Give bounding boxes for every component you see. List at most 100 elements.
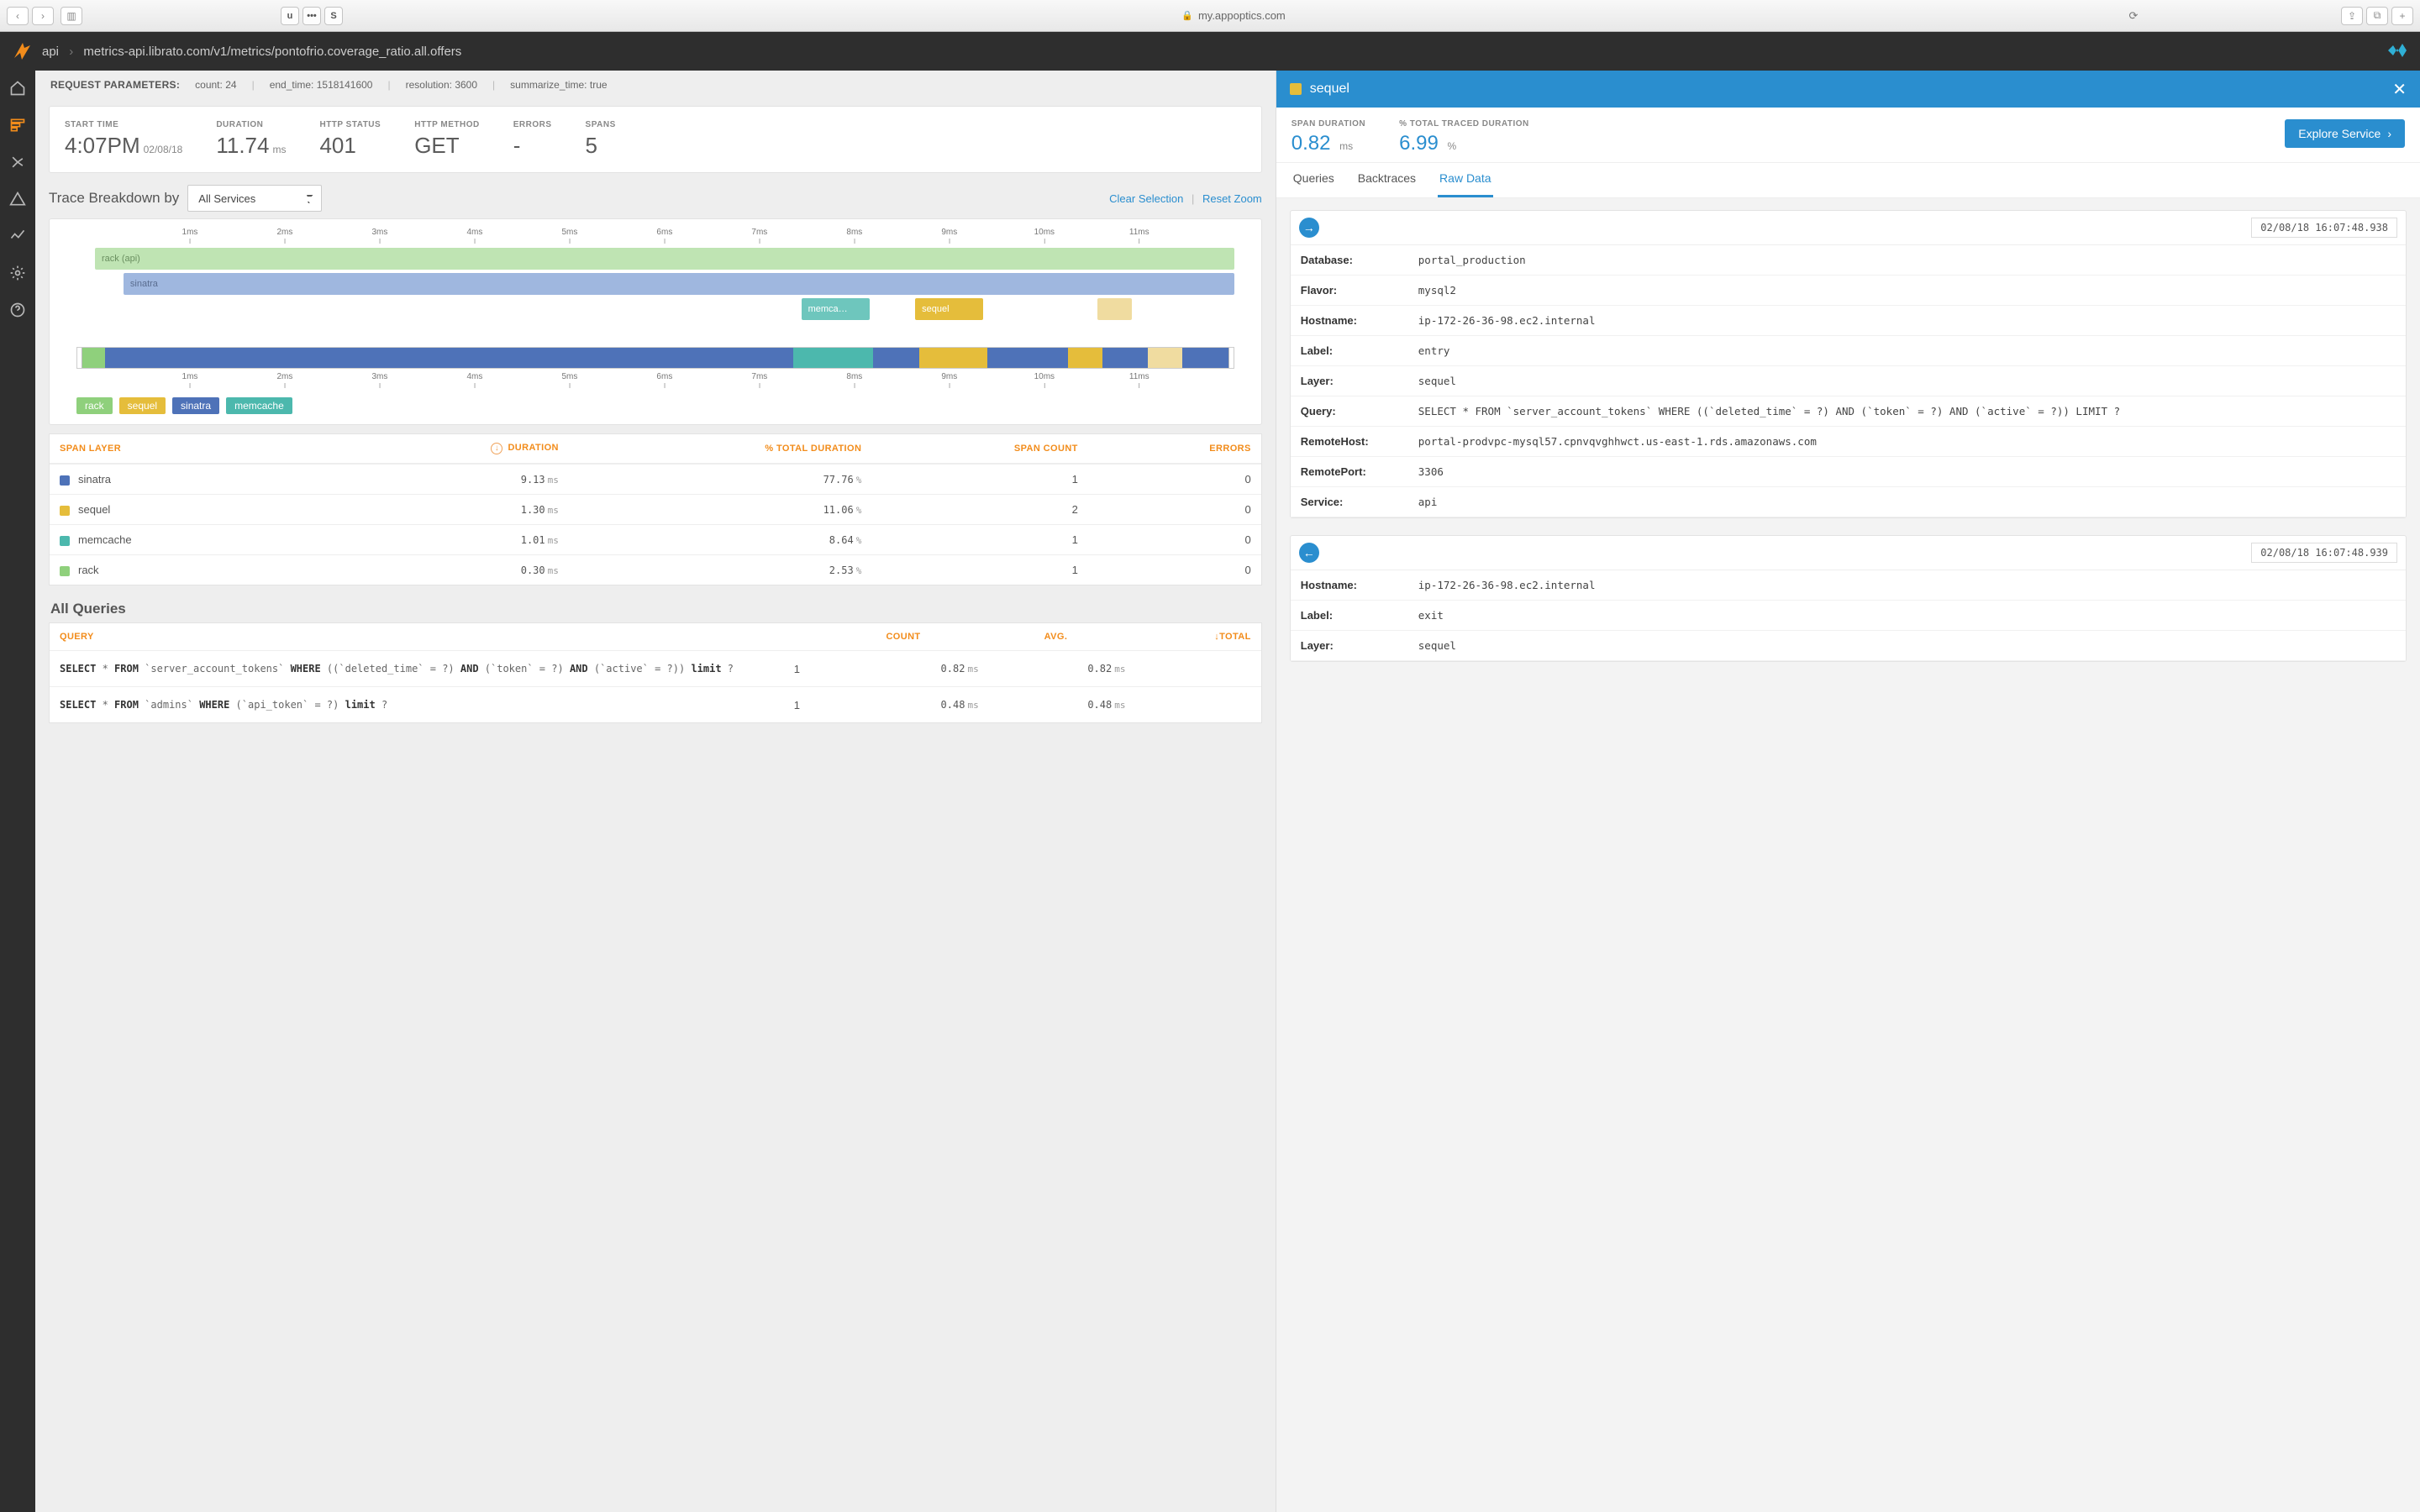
- gantt-span-sinatra[interactable]: sinatra: [124, 273, 1234, 295]
- kv-key: Layer:: [1291, 366, 1408, 396]
- stackbar-segment[interactable]: [1182, 348, 1228, 368]
- table-row[interactable]: rack0.30ms2.53%10: [50, 554, 1261, 585]
- table-row[interactable]: sequel1.30ms11.06%20: [50, 494, 1261, 524]
- axis-tick: 8ms: [846, 372, 862, 388]
- event-direction-icon: →: [1299, 218, 1319, 238]
- axis-tick: 1ms: [182, 372, 198, 388]
- axis-tick: 11ms: [1129, 372, 1150, 388]
- rail-settings-icon[interactable]: [8, 264, 27, 282]
- zoom-handle-right[interactable]: [1228, 348, 1234, 368]
- tab-queries[interactable]: Queries: [1292, 163, 1336, 197]
- axis-tick: 10ms: [1034, 228, 1055, 244]
- kv-key: Database:: [1291, 245, 1408, 276]
- table-row[interactable]: SELECT * FROM `admins` WHERE (`api_token…: [50, 686, 1261, 722]
- axis-tick: 6ms: [656, 228, 672, 244]
- browser-chrome: ‹ › ▥ u ••• S 🔒 my.appoptics.com ⟳ ⇪ ⧉ +: [0, 0, 2420, 32]
- gantt-span-sequel-2[interactable]: [1097, 298, 1132, 320]
- app-logo-icon: [12, 41, 32, 61]
- kv-key: Layer:: [1291, 631, 1408, 661]
- panel-title: sequel: [1310, 81, 1349, 97]
- tabs-button[interactable]: ⧉: [2366, 7, 2388, 25]
- kv-value: sequel: [1408, 366, 2406, 396]
- table-row[interactable]: memcache1.01ms8.64%10: [50, 524, 1261, 554]
- axis-tick: 5ms: [561, 372, 577, 388]
- kv-value: SELECT * FROM `server_account_tokens` WH…: [1408, 396, 2406, 427]
- rail-topology-icon[interactable]: [8, 153, 27, 171]
- axis-tick: 4ms: [466, 228, 482, 244]
- tab-raw-data[interactable]: Raw Data: [1438, 163, 1492, 197]
- table-row[interactable]: sinatra9.13ms77.76%10: [50, 464, 1261, 494]
- event-timestamp: 02/08/18 16:07:48.938: [2251, 218, 2397, 238]
- axis-tick: 6ms: [656, 372, 672, 388]
- legend-sinatra[interactable]: sinatra: [172, 397, 219, 414]
- brand-mark-icon: [2386, 42, 2408, 61]
- explore-service-button[interactable]: Explore Service›: [2285, 119, 2405, 148]
- span-detail-panel: sequel ✕ SPAN DURATION0.82 ms % TOTAL TR…: [1276, 71, 2420, 1512]
- ext-badge[interactable]: u: [281, 7, 299, 25]
- clear-selection-link[interactable]: Clear Selection: [1109, 192, 1183, 205]
- stackbar-segment[interactable]: [1148, 348, 1182, 368]
- extension-badges: u ••• S: [281, 7, 343, 25]
- rail-help-icon[interactable]: [8, 301, 27, 319]
- left-rail: [0, 71, 35, 1512]
- axis-tick: 4ms: [466, 372, 482, 388]
- gantt-span-sequel[interactable]: sequel: [915, 298, 983, 320]
- breadcrumb-root[interactable]: api: [42, 45, 59, 59]
- table-row[interactable]: SELECT * FROM `server_account_tokens` WH…: [50, 650, 1261, 686]
- legend: rack sequel sinatra memcache: [76, 397, 1234, 414]
- kv-value: mysql2: [1408, 276, 2406, 306]
- chevron-right-icon: ›: [69, 45, 73, 59]
- kv-key: Service:: [1291, 487, 1408, 517]
- stackbar-segment[interactable]: [1068, 348, 1102, 368]
- breakdown-selector[interactable]: All Services: [187, 185, 322, 212]
- axis-tick: 7ms: [751, 372, 767, 388]
- stackbar-segment[interactable]: [82, 348, 105, 368]
- reload-button[interactable]: ⟳: [2124, 7, 2143, 25]
- stackbar-segment[interactable]: [987, 348, 1067, 368]
- rail-metrics-icon[interactable]: [8, 227, 27, 245]
- stackbar-segment[interactable]: [1102, 348, 1149, 368]
- layer-color-swatch: [1290, 83, 1302, 95]
- new-tab-button[interactable]: +: [2391, 7, 2413, 25]
- kv-value: ip-172-26-36-98.ec2.internal: [1408, 306, 2406, 336]
- kv-key: Label:: [1291, 601, 1408, 631]
- breadcrumb: api › metrics-api.librato.com/v1/metrics…: [42, 45, 461, 59]
- nav-back-button[interactable]: ‹: [7, 7, 29, 25]
- ext-badge[interactable]: •••: [302, 7, 321, 25]
- close-icon[interactable]: ✕: [2392, 79, 2407, 100]
- lock-icon: 🔒: [1181, 10, 1193, 21]
- rail-traces-icon[interactable]: [8, 116, 27, 134]
- stackbar-segment[interactable]: [919, 348, 988, 368]
- rail-alerts-icon[interactable]: [8, 190, 27, 208]
- chevron-right-icon: ›: [2387, 127, 2391, 140]
- gantt-span-memcache[interactable]: memca…: [802, 298, 870, 320]
- axis-tick: 2ms: [277, 372, 293, 388]
- kv-value: portal_production: [1408, 245, 2406, 276]
- breadcrumb-path: metrics-api.librato.com/v1/metrics/ponto…: [83, 45, 461, 59]
- gantt-span-rack[interactable]: rack (api): [95, 248, 1234, 270]
- kv-value: ip-172-26-36-98.ec2.internal: [1408, 570, 2406, 601]
- legend-rack[interactable]: rack: [76, 397, 113, 414]
- sidebar-toggle-button[interactable]: ▥: [60, 7, 82, 25]
- stackbar-segment[interactable]: [793, 348, 873, 368]
- ext-badge[interactable]: S: [324, 7, 343, 25]
- stackbar-segment[interactable]: [873, 348, 919, 368]
- tab-backtraces[interactable]: Backtraces: [1356, 163, 1418, 197]
- address-bar[interactable]: 🔒 my.appoptics.com: [350, 9, 2118, 22]
- axis-tick: 2ms: [277, 228, 293, 244]
- reset-zoom-link[interactable]: Reset Zoom: [1202, 192, 1262, 205]
- nav-forward-button[interactable]: ›: [32, 7, 54, 25]
- rail-home-icon[interactable]: [8, 79, 27, 97]
- sort-desc-icon: ↓: [491, 443, 502, 454]
- gantt-chart: 1ms2ms3ms4ms5ms6ms7ms8ms9ms10ms11ms rack…: [49, 218, 1262, 425]
- legend-memcache[interactable]: memcache: [226, 397, 292, 414]
- share-button[interactable]: ⇪: [2341, 7, 2363, 25]
- all-queries-title: All Queries: [50, 601, 1260, 617]
- request-params-bar: REQUEST PARAMETERS: count: 24 | end_time…: [35, 71, 1276, 99]
- event-direction-icon: ←: [1299, 543, 1319, 563]
- stackbar-segment[interactable]: [105, 348, 792, 368]
- kv-key: Hostname:: [1291, 570, 1408, 601]
- kv-value: portal-prodvpc-mysql57.cpnvqvghhwct.us-e…: [1408, 427, 2406, 457]
- legend-sequel[interactable]: sequel: [119, 397, 166, 414]
- summary-stackbar[interactable]: [76, 347, 1234, 369]
